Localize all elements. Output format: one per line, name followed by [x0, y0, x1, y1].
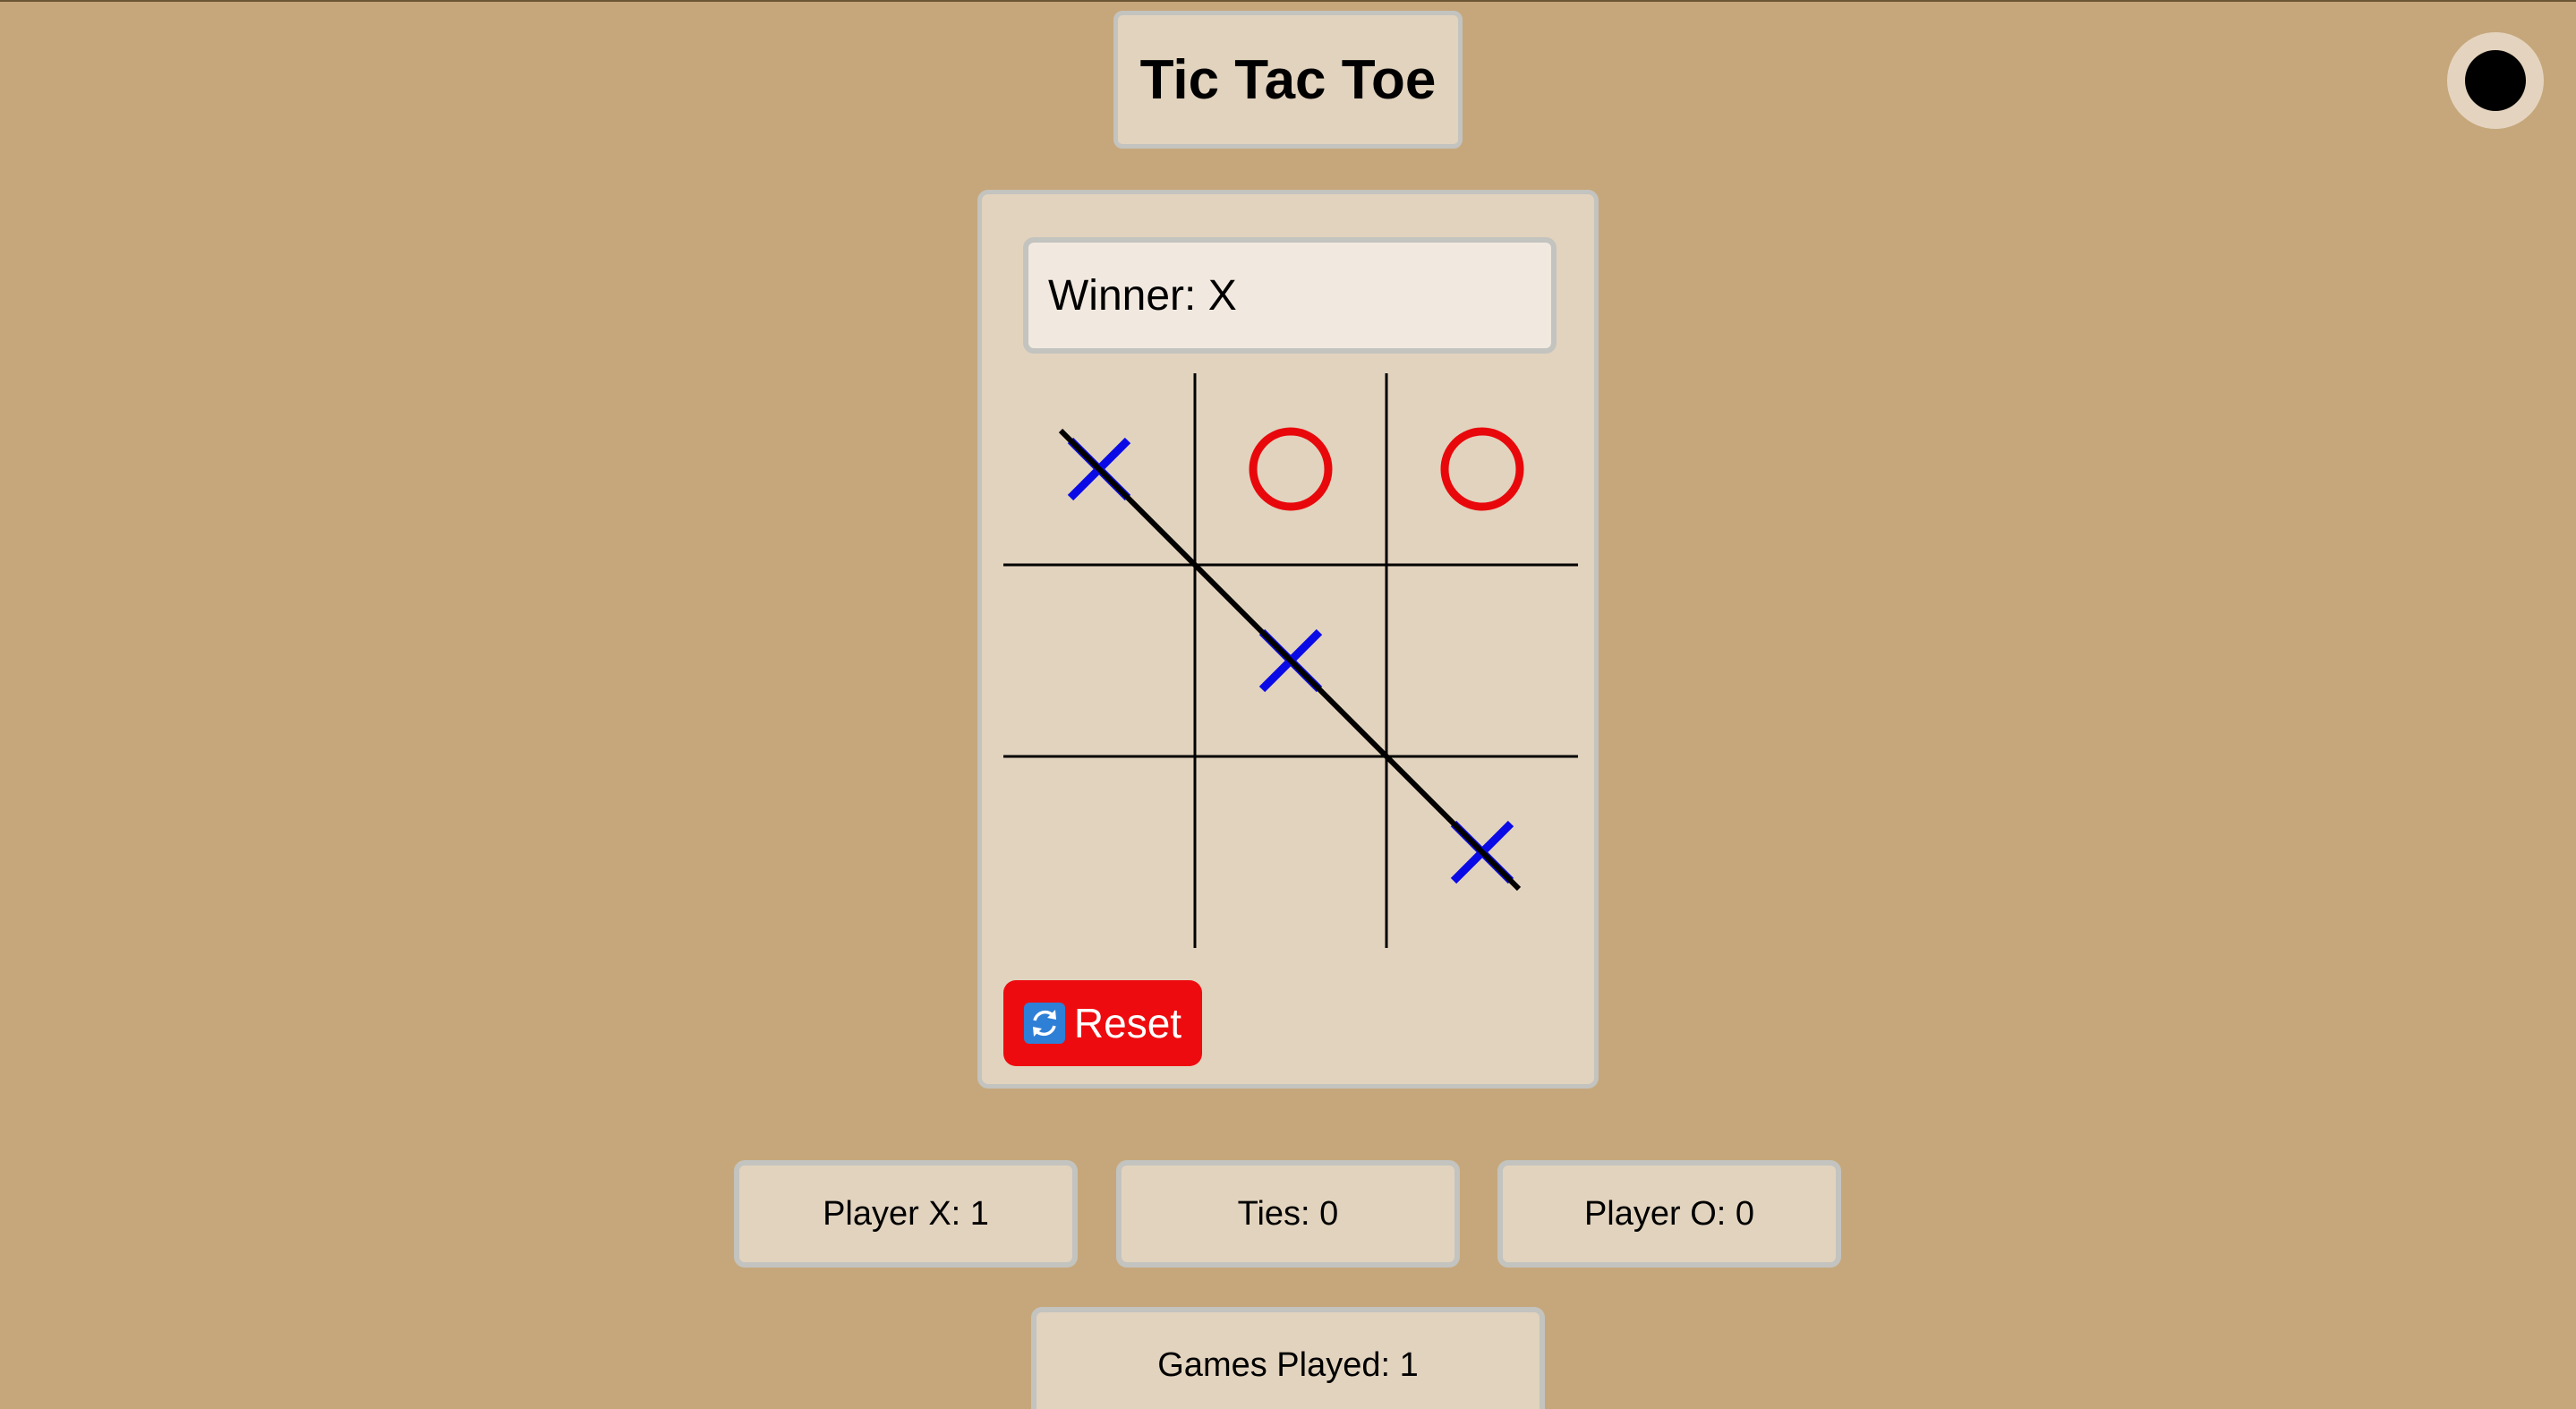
dark-mode-circle-icon: [2465, 50, 2526, 111]
score-player-x: Player X: 1: [734, 1160, 1078, 1268]
title-card: Tic Tac Toe: [1113, 11, 1463, 149]
app-background: Tic Tac Toe Winner: X Reset Player X: 1: [0, 0, 2576, 1409]
board-cell-6[interactable]: [1386, 565, 1576, 755]
board-cell-4[interactable]: [1003, 565, 1193, 755]
refresh-icon: [1023, 1003, 1065, 1044]
games-played-text: Games Played: 1: [1157, 1345, 1419, 1384]
board-cell-5[interactable]: [1195, 565, 1385, 755]
board-cell-9[interactable]: [1386, 756, 1576, 946]
score-ties-text: Ties: 0: [1237, 1194, 1339, 1233]
status-text: Winner: X: [1048, 271, 1237, 320]
page-title: Tic Tac Toe: [1139, 48, 1437, 111]
game-panel: Winner: X Reset: [977, 190, 1599, 1089]
board-cell-7[interactable]: [1003, 756, 1193, 946]
reset-label: Reset: [1073, 1000, 1182, 1046]
game-board: [1003, 373, 1578, 948]
board-cell-1[interactable]: [1003, 373, 1193, 563]
theme-toggle-button[interactable]: [2447, 32, 2544, 129]
board-cell-3[interactable]: [1386, 373, 1576, 563]
games-played-box: Games Played: 1: [1031, 1307, 1545, 1409]
board-cell-8[interactable]: [1195, 756, 1385, 946]
score-ties: Ties: 0: [1116, 1160, 1460, 1268]
score-player-x-text: Player X: 1: [823, 1194, 989, 1233]
board-cell-2[interactable]: [1195, 373, 1385, 563]
status-display: Winner: X: [1023, 237, 1557, 354]
score-player-o-text: Player O: 0: [1583, 1194, 1755, 1233]
score-player-o: Player O: 0: [1497, 1160, 1841, 1268]
reset-button[interactable]: Reset: [1003, 980, 1202, 1066]
